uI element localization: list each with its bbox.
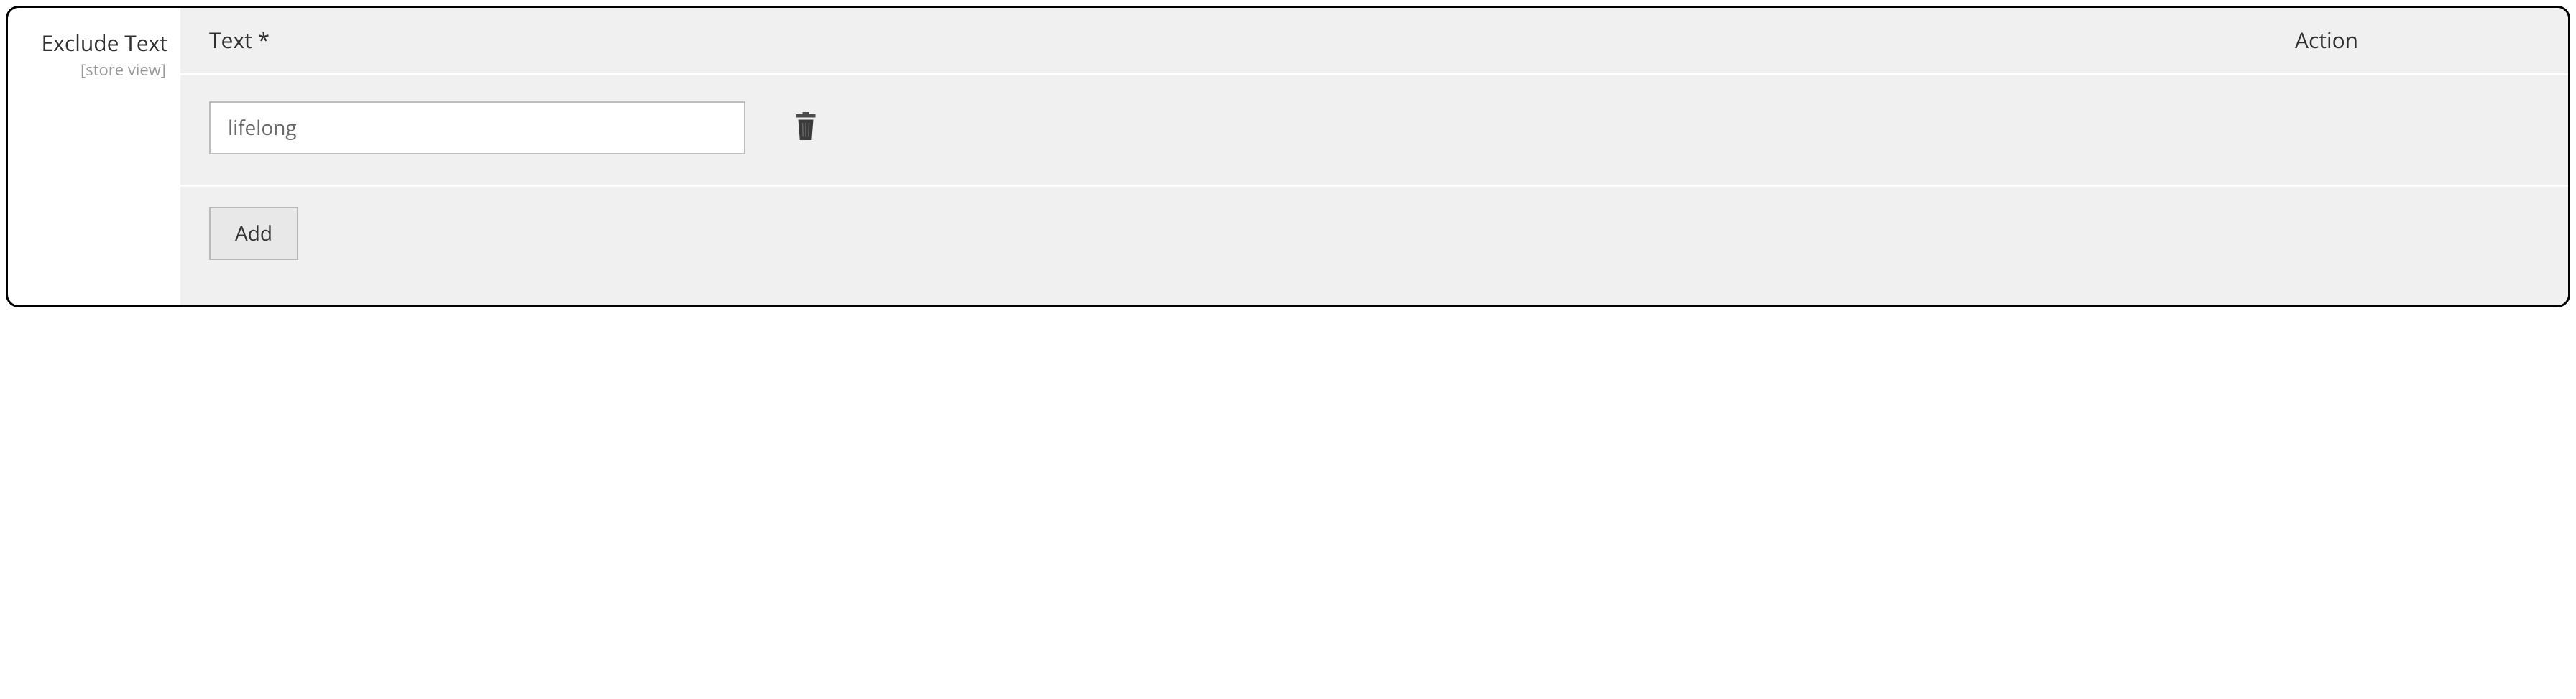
trash-icon [793, 112, 819, 142]
table-header: Text * Action [180, 8, 2568, 75]
add-button[interactable]: Add [209, 207, 298, 260]
table-row [180, 75, 2568, 187]
delete-button[interactable] [790, 109, 822, 147]
column-header-text: Text * [209, 25, 2295, 55]
column-header-action: Action [2295, 25, 2539, 55]
label-column: Exclude Text [store view] [8, 8, 180, 305]
field-label: Exclude Text [8, 28, 167, 57]
exclude-text-config: Exclude Text [store view] Text * Action [6, 6, 2570, 307]
content-column: Text * Action Add [180, 8, 2568, 305]
table-footer: Add [180, 187, 2568, 280]
exclude-text-input[interactable] [209, 101, 745, 154]
action-cell [790, 109, 822, 147]
scope-label: [store view] [8, 59, 167, 80]
